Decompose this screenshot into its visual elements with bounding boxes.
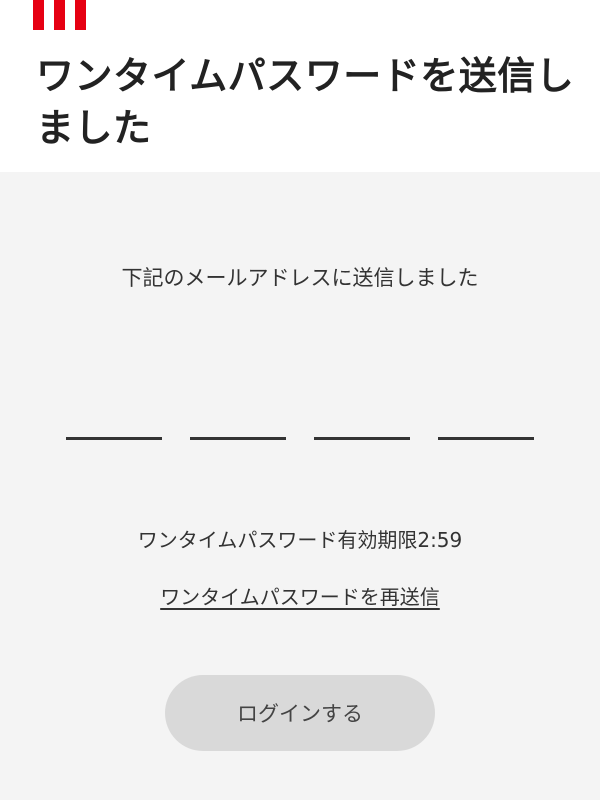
expiry-label: ワンタイムパスワード有効期限 [137, 528, 418, 552]
otp-digit-3[interactable] [314, 400, 410, 440]
otp-panel: 下記のメールアドレスに送信しました ワンタイムパスワード有効期限2:59 ワンタ… [0, 172, 600, 800]
header: ワンタイムパスワードを送信しました [0, 0, 600, 172]
expiry-countdown: 2:59 [417, 528, 463, 552]
sent-description: 下記のメールアドレスに送信しました [121, 266, 479, 290]
logo-bar [54, 0, 65, 30]
resend-otp-link[interactable]: ワンタイムパスワードを再送信 [160, 585, 440, 609]
logo-bar [33, 0, 44, 30]
otp-digit-1[interactable] [66, 400, 162, 440]
otp-input-group [66, 400, 534, 440]
otp-digit-4[interactable] [438, 400, 534, 440]
login-button[interactable]: ログインする [165, 675, 435, 751]
brand-logo [33, 0, 86, 30]
page: ワンタイムパスワードを送信しました 下記のメールアドレスに送信しました ワンタイ… [0, 0, 600, 800]
page-title: ワンタイムパスワードを送信しました [36, 54, 575, 150]
logo-bar [75, 0, 86, 30]
expiry-text: ワンタイムパスワード有効期限2:59 [0, 524, 600, 553]
otp-digit-2[interactable] [190, 400, 286, 440]
resend-container: ワンタイムパスワードを再送信 [0, 581, 600, 610]
